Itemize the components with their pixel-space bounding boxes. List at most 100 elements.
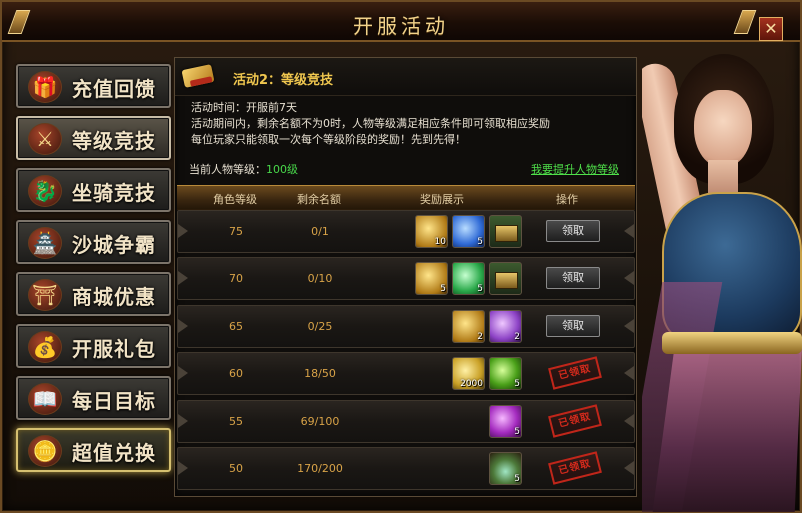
reward-items: 5 — [412, 405, 522, 439]
reward-items: 10 5 — [412, 215, 522, 249]
title-bar: 开服活动 — [2, 2, 800, 42]
activity-title: 活动2：等级竞技 — [233, 73, 334, 88]
green-orb-icon[interactable]: 5 — [489, 357, 522, 390]
chest-icon[interactable] — [489, 215, 522, 248]
row-level: 70 — [229, 272, 243, 285]
claimed-stamp: 已领取 — [548, 451, 602, 485]
upgrade-level-link[interactable]: 我要提升人物等级 — [531, 161, 619, 177]
gold-ticket-icon[interactable]: 5 — [415, 262, 448, 295]
gem-chest-icon[interactable]: 5 — [489, 452, 522, 485]
header-remaining: 剩余名额 — [297, 193, 341, 206]
reward-items: 5 — [412, 452, 522, 486]
row-remaining: 0/10 — [307, 272, 333, 285]
claim-button[interactable]: 领取 — [546, 315, 600, 337]
window-title: 开服活动 — [353, 14, 449, 38]
nav-item-3[interactable]: 🐉 坐骑竞技 — [16, 168, 171, 212]
nav-item-5[interactable]: ⛩ 商城优惠 — [16, 272, 171, 316]
activity-rules: 活动期间内，剩余名额不为0时，人物等级满足相应条件即可领取相应奖励 — [191, 117, 550, 130]
header-level: 角色等级 — [213, 193, 257, 206]
gold-bag-icon: 💰 — [28, 331, 62, 363]
row-remaining: 0/1 — [311, 225, 329, 238]
chest-icon[interactable] — [489, 262, 522, 295]
reward-table-header: 角色等级 剩余名额 奖励展示 操作 — [177, 185, 635, 210]
dragon-mount-icon: 🐉 — [28, 175, 62, 207]
header-rewards: 奖励展示 — [420, 193, 464, 206]
nav-item-8[interactable]: 🪙 超值兑换 — [16, 428, 171, 472]
nav-item-label: 超值兑换 — [72, 441, 156, 465]
gold-coins-icon: 🪙 — [28, 435, 62, 467]
green-stone-icon[interactable]: 5 — [452, 262, 485, 295]
nav-item-4[interactable]: 🏯 沙城争霸 — [16, 220, 171, 264]
table-row: 75 0/1 10 5 领取 — [177, 210, 635, 253]
character-belt — [662, 332, 802, 354]
nav-item-1[interactable]: 🎁 充值回馈 — [16, 64, 171, 108]
open-book-icon: 📖 — [28, 383, 62, 415]
purple-stone-icon[interactable]: 2 — [489, 310, 522, 343]
activity-panel: 活动2：等级竞技 活动时间：开服前7天 活动期间内，剩余名额不为0时，人物等级满… — [174, 57, 637, 497]
nav-item-label: 坐骑竞技 — [72, 181, 156, 205]
table-row: 55 69/100 5 已领取 — [177, 400, 635, 443]
panel-header: 活动2：等级竞技 — [175, 58, 636, 96]
item-count: 10 — [434, 237, 446, 247]
item-count: 2000 — [460, 379, 483, 389]
row-remaining: 170/200 — [297, 462, 343, 475]
table-row: 70 0/10 5 5 领取 — [177, 257, 635, 300]
character-portrait — [642, 42, 802, 512]
nav-item-label: 商城优惠 — [72, 285, 156, 309]
event-window: 开服活动 ✕ 🎁 充值回馈 ⚔ 等级竞技 🐉 坐骑竞技 🏯 沙城争霸 ⛩ 商城优惠 💰 开服礼包 📖 每日… — [0, 0, 802, 513]
row-remaining: 18/50 — [304, 367, 336, 380]
claimed-stamp: 已领取 — [548, 356, 602, 390]
item-count: 2 — [514, 332, 520, 342]
violet-orb-icon[interactable]: 5 — [489, 405, 522, 438]
blue-stone-icon[interactable]: 5 — [452, 215, 485, 248]
item-count: 5 — [440, 284, 446, 294]
reward-items: 55 — [412, 262, 522, 296]
table-row: 60 18/50 2000 5 已领取 — [177, 352, 635, 395]
item-count: 5 — [477, 284, 483, 294]
nav-item-label: 等级竞技 — [72, 129, 156, 153]
nav-item-7[interactable]: 📖 每日目标 — [16, 376, 171, 420]
row-remaining: 69/100 — [300, 415, 340, 428]
activity-description: 活动时间：开服前7天 活动期间内，剩余名额不为0时，人物等级满足相应条件即可领取… — [191, 100, 550, 148]
scroll-icon — [181, 64, 215, 88]
nav-item-label: 沙城争霸 — [72, 233, 156, 257]
castle-icon: 🏯 — [28, 227, 62, 259]
pagoda-shop-icon: ⛩ — [28, 279, 62, 311]
header-action: 操作 — [556, 193, 578, 206]
row-level: 75 — [229, 225, 243, 238]
reward-items: 22 — [412, 310, 522, 344]
gift-bag-icon: 🎁 — [28, 71, 62, 103]
nav-item-2[interactable]: ⚔ 等级竞技 — [16, 116, 171, 160]
character-face — [694, 90, 752, 168]
table-row: 65 0/25 2 2 领取 — [177, 305, 635, 348]
row-level: 65 — [229, 320, 243, 333]
claimed-stamp: 已领取 — [548, 404, 602, 438]
current-level-row: 当前人物等级：100级 我要提升人物等级 — [189, 161, 619, 179]
crossed-swords-icon: ⚔ — [28, 123, 62, 155]
current-level-value: 100级 — [266, 163, 298, 176]
activity-time: 活动时间：开服前7天 — [191, 101, 297, 114]
row-level: 60 — [229, 367, 243, 380]
row-level: 50 — [229, 462, 243, 475]
item-count: 5 — [477, 237, 483, 247]
nav-item-label: 每日目标 — [72, 389, 156, 413]
nav-item-label: 充值回馈 — [72, 77, 156, 101]
close-button[interactable]: ✕ — [759, 17, 783, 41]
item-count: 5 — [514, 379, 520, 389]
row-level: 55 — [229, 415, 243, 428]
character-skirt — [652, 347, 802, 512]
current-level-label: 当前人物等级： — [189, 163, 266, 176]
coin-pile-icon[interactable]: 2000 — [452, 357, 485, 390]
item-count: 5 — [514, 427, 520, 437]
item-count: 2 — [477, 332, 483, 342]
activity-note: 每位玩家只能领取一次每个等级阶段的奖励！先到先得！ — [191, 133, 466, 146]
gold-ticket-icon[interactable]: 10 — [415, 215, 448, 248]
activity-nav: 🎁 充值回馈 ⚔ 等级竞技 🐉 坐骑竞技 🏯 沙城争霸 ⛩ 商城优惠 💰 开服礼包 📖 每日目标 🪙 超值兑换 — [16, 64, 176, 480]
claim-button[interactable]: 领取 — [546, 267, 600, 289]
table-row: 50 170/200 5 已领取 — [177, 447, 635, 490]
nav-item-6[interactable]: 💰 开服礼包 — [16, 324, 171, 368]
gold-ticket-icon[interactable]: 2 — [452, 310, 485, 343]
claim-button[interactable]: 领取 — [546, 220, 600, 242]
row-remaining: 0/25 — [307, 320, 333, 333]
item-count: 5 — [514, 474, 520, 484]
